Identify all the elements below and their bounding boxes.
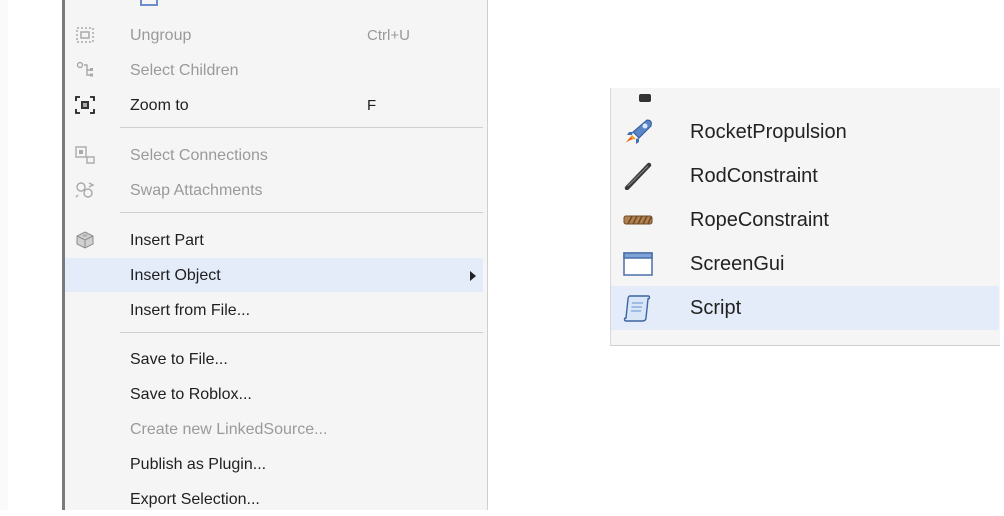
insert-object-submenu: RocketPropulsion RodConstraint RopeConst… xyxy=(610,88,1000,346)
menu-item-swap-attachments[interactable]: Swap Attachments xyxy=(65,173,483,207)
menu-item-label: Insert from File... xyxy=(130,302,251,319)
menu-item-label: Publish as Plugin... xyxy=(130,456,267,473)
menu-item-ungroup[interactable]: Ungroup Ctrl+U xyxy=(65,18,483,52)
rope-constraint-icon xyxy=(623,215,653,225)
submenu-item-label: RopeConstraint xyxy=(690,209,829,231)
menu-item-select-children[interactable]: Select Children xyxy=(65,53,483,87)
menu-separator xyxy=(120,127,483,128)
submenu-item-screen-gui[interactable]: ScreenGui xyxy=(611,242,999,286)
menu-item-label: Select Connections xyxy=(130,147,268,164)
menu-item-label: Insert Object xyxy=(130,267,221,284)
menu-item-label: Select Children xyxy=(130,62,239,79)
select-children-icon xyxy=(76,61,93,77)
menu-item-label: Export Selection... xyxy=(130,491,260,508)
rod-constraint-icon xyxy=(624,162,652,190)
swap-attachments-icon xyxy=(75,182,95,198)
menu-item-shortcut: Ctrl+U xyxy=(367,27,410,44)
submenu-item-script[interactable]: Script xyxy=(611,286,999,330)
submenu-item-label: RocketPropulsion xyxy=(690,121,847,143)
menu-item-shortcut: F xyxy=(367,97,377,114)
menu-item-save-to-file[interactable]: Save to File... xyxy=(65,342,483,376)
menu-item-insert-object[interactable]: Insert Object xyxy=(65,258,483,292)
script-icon xyxy=(623,295,651,322)
menu-item-create-linked-source[interactable]: Create new LinkedSource... xyxy=(65,412,483,446)
menu-item-publish-as-plugin[interactable]: Publish as Plugin... xyxy=(65,447,483,481)
menu-item-insert-part[interactable]: Insert Part xyxy=(65,223,483,257)
menu-item-label: Zoom to xyxy=(130,97,189,114)
submenu-item-rocket-propulsion[interactable]: RocketPropulsion xyxy=(611,110,999,154)
menu-item-label: Create new LinkedSource... xyxy=(130,421,328,438)
zoom-to-icon xyxy=(75,96,95,114)
submenu-item-rod-constraint[interactable]: RodConstraint xyxy=(611,154,999,198)
submenu-arrow-icon xyxy=(470,271,476,281)
menu-item-label: Insert Part xyxy=(130,232,204,249)
menu-item-insert-from-file[interactable]: Insert from File... xyxy=(65,293,483,327)
menu-item-label: Save to File... xyxy=(130,351,228,368)
submenu-item-label: Script xyxy=(690,297,742,319)
partial-item-icon xyxy=(639,94,651,102)
screen-gui-icon xyxy=(623,252,653,276)
context-menu: Ungroup Ctrl+U Select Children Zoom to F… xyxy=(65,0,488,510)
menu-separator xyxy=(120,212,483,213)
menu-item-label: Save to Roblox... xyxy=(130,386,252,403)
part-icon xyxy=(76,231,94,249)
menu-item-label: Ungroup xyxy=(130,27,192,44)
rocket-icon xyxy=(625,119,652,144)
menu-separator xyxy=(120,332,483,333)
group-icon xyxy=(140,0,158,6)
left-background-strip xyxy=(0,0,8,510)
menu-item-export-selection[interactable]: Export Selection... xyxy=(65,482,483,516)
ungroup-icon xyxy=(76,27,94,43)
menu-item-select-connections[interactable]: Select Connections xyxy=(65,138,483,172)
submenu-item-rope-constraint[interactable]: RopeConstraint xyxy=(611,198,999,242)
menu-item-zoom-to[interactable]: Zoom to F xyxy=(65,88,483,122)
menu-item-save-to-roblox[interactable]: Save to Roblox... xyxy=(65,377,483,411)
select-connections-icon xyxy=(75,146,95,164)
submenu-item-label: RodConstraint xyxy=(690,165,818,187)
menu-item-label: Swap Attachments xyxy=(130,182,263,199)
submenu-item-label: ScreenGui xyxy=(690,253,785,275)
